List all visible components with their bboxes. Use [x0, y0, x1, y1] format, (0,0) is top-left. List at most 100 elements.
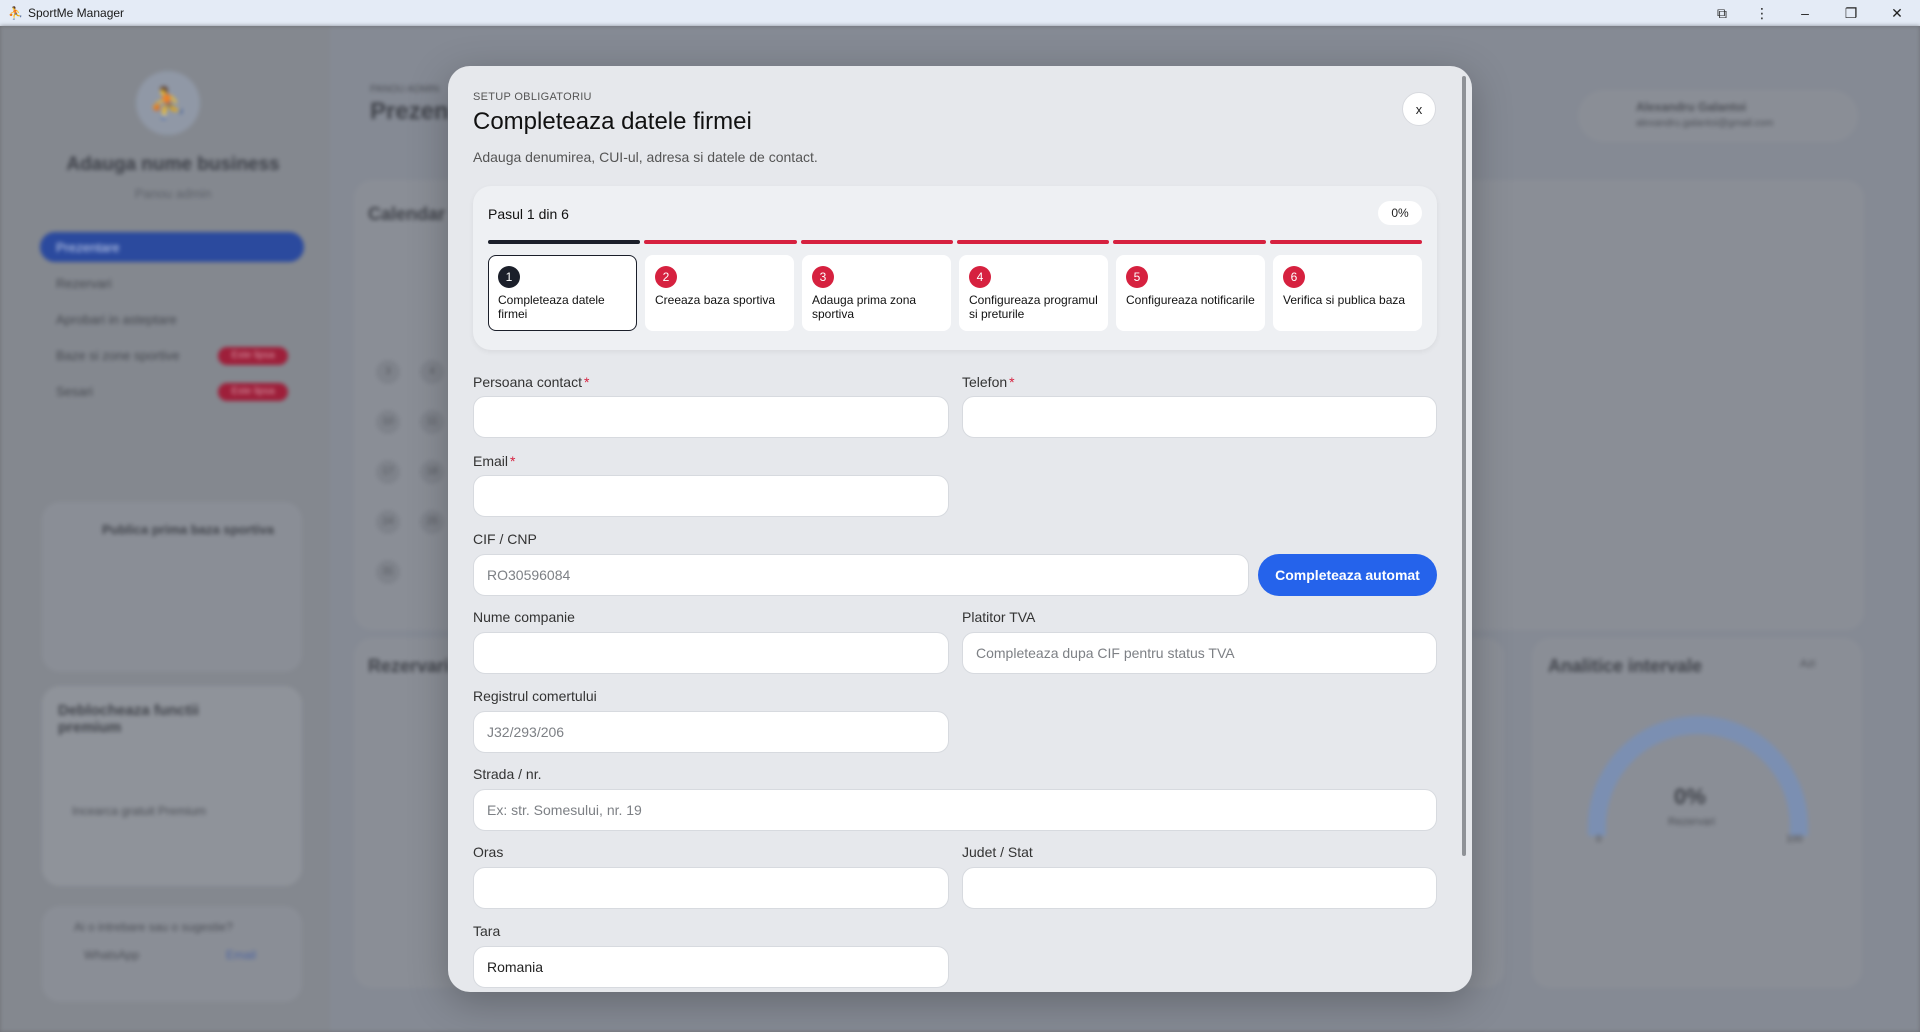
- progress-segment: [1269, 240, 1422, 244]
- step-label: Verifica si publica baza: [1283, 293, 1406, 307]
- progress-segment: [1113, 240, 1266, 244]
- bg-page-title: Prezen: [370, 98, 449, 125]
- contact-person-input[interactable]: [473, 396, 949, 438]
- bg-promo-title: Publica prima baza sportiva: [102, 522, 274, 537]
- trade-registry-input[interactable]: [473, 711, 949, 753]
- bg-reservations-title: Rezervari: [368, 656, 450, 676]
- bg-gauge-min: 0: [1596, 834, 1602, 845]
- city-label: Oras: [473, 844, 504, 860]
- window-controls: ⧉ ⋮ – ❐ ✕: [1702, 0, 1920, 26]
- progress-bar: [488, 240, 1422, 244]
- bg-analytics-title: Analitice intervale: [1548, 656, 1703, 676]
- step-list: 1 Completeaza datele firmei 2 Creeaza ba…: [488, 255, 1422, 331]
- more-options-icon[interactable]: ⋮: [1742, 0, 1782, 26]
- bg-gauge-value: 0%: [1674, 784, 1706, 809]
- close-window-button[interactable]: ✕: [1874, 0, 1920, 26]
- steps-card: Pasul 1 din 6 0% 1 Completeaza datele fi…: [473, 186, 1437, 350]
- bg-business-sub: Panou admin: [134, 186, 212, 201]
- step-number: 1: [498, 266, 520, 288]
- required-mark: *: [583, 374, 590, 390]
- email-input[interactable]: [473, 475, 949, 517]
- bg-calendar-day: 31: [376, 560, 400, 584]
- bg-nav-item: Aprobari in asteptare: [56, 312, 177, 327]
- street-label: Strada / nr.: [473, 766, 542, 782]
- autofill-button[interactable]: Completeaza automat: [1258, 554, 1437, 596]
- registry-label: Registrul comertului: [473, 688, 597, 704]
- step-label: Configureaza notificarile: [1126, 293, 1255, 307]
- bg-calendar-day: 11: [420, 410, 444, 434]
- vat-payer-input[interactable]: [962, 632, 1437, 674]
- step-label: Completeaza datele firmei: [498, 293, 605, 321]
- bg-sidebar: ⛹ Adauga nume business Panou admin Preze…: [0, 26, 330, 1032]
- contact-label: Persoana contact *: [473, 374, 589, 390]
- city-input[interactable]: [473, 867, 949, 909]
- bg-analytics-filter: Azi: [1800, 658, 1816, 670]
- modal-close-button[interactable]: x: [1402, 92, 1436, 126]
- bg-calendar-day: 18: [420, 460, 444, 484]
- email-label-text: Email: [473, 453, 509, 469]
- step-label: Configureaza programul si preturile: [969, 293, 1098, 321]
- bg-nav-item-active: Prezentare: [40, 232, 304, 262]
- bg-nav-badge: Este lipsa: [218, 383, 288, 401]
- progress-segment: [956, 240, 1110, 244]
- country-input[interactable]: [473, 946, 949, 988]
- modal-eyebrow: SETUP OBLIGATORIU: [473, 91, 592, 103]
- bg-help-text: Ai o intrebare sau o sugestie?: [74, 920, 233, 934]
- phone-label: Telefon *: [962, 374, 1015, 390]
- bg-calendar-title: Calendar: [368, 204, 446, 224]
- progress-segment: [800, 240, 953, 244]
- contact-label-text: Persoana contact: [473, 374, 582, 390]
- required-mark: *: [1009, 374, 1015, 390]
- county-input[interactable]: [962, 867, 1437, 909]
- bg-gauge-label: Rezervari: [1668, 816, 1716, 828]
- restore-button[interactable]: ❐: [1828, 0, 1874, 26]
- window-titlebar: ⛹ SportMe Manager ⧉ ⋮ – ❐ ✕: [0, 0, 1920, 26]
- phone-label-text: Telefon: [962, 374, 1008, 390]
- bg-calendar-day: 25: [420, 510, 444, 534]
- bg-nav-item: Rezervari: [56, 276, 112, 291]
- step-number: 6: [1283, 266, 1305, 288]
- step-1[interactable]: 1 Completeaza datele firmei: [488, 255, 637, 331]
- step-label: Creeaza baza sportiva: [655, 293, 776, 307]
- step-number: 4: [969, 266, 991, 288]
- phone-input[interactable]: [962, 396, 1437, 438]
- bg-help-whatsapp: WhatsApp: [84, 948, 140, 962]
- cif-input[interactable]: [473, 554, 1249, 596]
- vat-label: Platitor TVA: [962, 609, 1036, 625]
- bg-business-name: Adauga nume business: [66, 154, 280, 175]
- step-6[interactable]: 6 Verifica si publica baza: [1273, 255, 1422, 331]
- bg-calendar-day: 17: [376, 460, 400, 484]
- progress-percent-badge: 0%: [1378, 201, 1422, 225]
- step-2[interactable]: 2 Creeaza baza sportiva: [645, 255, 794, 331]
- cif-label: CIF / CNP: [473, 531, 537, 547]
- bg-premium-button: Incearca gratuit Premium: [72, 804, 207, 818]
- step-5[interactable]: 5 Configureaza notificarile: [1116, 255, 1265, 331]
- email-label: Email *: [473, 453, 515, 469]
- step-3[interactable]: 3 Adauga prima zona sportiva: [802, 255, 951, 331]
- bg-logo-icon: ⛹: [136, 71, 200, 135]
- step-label: Adauga prima zona sportiva: [812, 293, 917, 321]
- step-number: 2: [655, 266, 677, 288]
- bg-calendar-day: 10: [376, 410, 400, 434]
- step-counter: Pasul 1 din 6: [488, 206, 569, 222]
- company-name-input[interactable]: [473, 632, 949, 674]
- modal-subtitle: Adauga denumirea, CUI-ul, adresa si date…: [473, 149, 818, 165]
- bg-calendar-day: 3: [376, 360, 400, 384]
- bg-page-kicker: PANOU ADMIN: [370, 84, 440, 95]
- modal-title: Completeaza datele firmei: [473, 108, 752, 135]
- county-label: Judet / Stat: [962, 844, 1033, 860]
- window-title: SportMe Manager: [28, 6, 125, 20]
- bg-help-email: Email: [226, 948, 257, 962]
- bg-gauge-max: 100: [1786, 834, 1803, 845]
- app-logo-icon: ⛹: [8, 6, 23, 20]
- step-4[interactable]: 4 Configureaza programul si preturile: [959, 255, 1108, 331]
- modal-scrollbar[interactable]: [1462, 76, 1466, 856]
- step-number: 3: [812, 266, 834, 288]
- bg-user-name: Alexandru Galantoi: [1636, 100, 1747, 114]
- minimize-button[interactable]: –: [1782, 0, 1828, 26]
- progress-segment: [644, 240, 797, 244]
- bg-calendar-day: 24: [376, 510, 400, 534]
- street-input[interactable]: [473, 789, 1437, 831]
- extensions-icon[interactable]: ⧉: [1702, 0, 1742, 26]
- bg-user-card: [1578, 90, 1858, 142]
